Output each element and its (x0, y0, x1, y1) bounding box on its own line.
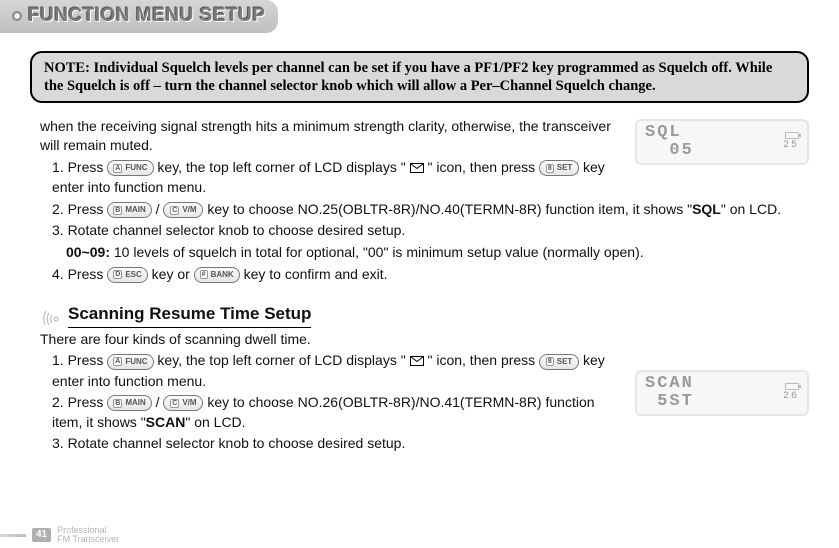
section1-step1: 1. Press A FUNC key, the top left corner… (40, 158, 623, 198)
section2-step1: 1. Press A FUNC key, the top left corner… (40, 351, 623, 391)
signal-icon (40, 305, 62, 325)
note-box: NOTE: Individual Squelch levels per chan… (30, 51, 809, 103)
section2-step3: 3. Rotate channel selector knob to choos… (40, 434, 623, 454)
section2-intro: There are four kinds of scanning dwell t… (40, 330, 623, 350)
key-hash-bank: # BANK (194, 267, 240, 283)
battery-icon (785, 132, 799, 139)
section1-step2: 2. Press B MAIN / C V/M key to choose NO… (40, 200, 809, 220)
section2-title: Scanning Resume Time Setup (68, 302, 311, 328)
key-c-vm: C V/M (163, 395, 203, 411)
page-title: FUNCTION MENU SETUP (12, 3, 266, 30)
section1-step3: 3. Rotate channel selector knob to choos… (40, 221, 809, 241)
key-8-set: 8 SET (539, 160, 579, 176)
envelope-icon (410, 159, 424, 179)
battery-icon (785, 383, 799, 390)
lcd-sql: SQL 05 25 (635, 119, 809, 165)
lcd-sql-num: 25 (783, 140, 799, 151)
section1-step4: 4. Press D ESC key or # BANK key to conf… (40, 265, 809, 285)
note-text: Individual Squelch levels per channel ca… (44, 60, 772, 94)
lcd-scan-main: SCAN 5ST (645, 375, 694, 411)
envelope-icon (410, 352, 424, 372)
footer-product: Professional FM Transceiver (57, 526, 119, 544)
key-d-esc: D ESC (107, 267, 148, 283)
key-8-set: 8 SET (539, 354, 579, 370)
lcd-scan-num: 26 (783, 391, 799, 402)
section2-text: There are four kinds of scanning dwell t… (40, 330, 623, 456)
section1-text: when the receiving signal strength hits … (40, 117, 623, 200)
section2-heading: Scanning Resume Time Setup (40, 302, 809, 328)
key-c-vm: C V/M (163, 202, 203, 218)
key-b-main: B MAIN (107, 395, 152, 411)
lcd-sql-main: SQL 05 (645, 124, 694, 160)
page-number: 41 (32, 528, 51, 542)
page-header: FUNCTION MENU SETUP (0, 0, 278, 33)
footer-bar (0, 534, 26, 537)
key-a-func: A FUNC (107, 160, 153, 176)
section1-step3-detail: 00~09: 10 levels of squelch in total for… (40, 243, 809, 263)
note-prefix: NOTE: (44, 60, 90, 76)
key-a-func: A FUNC (107, 354, 153, 370)
key-b-main: B MAIN (107, 202, 152, 218)
section1-intro: when the receiving signal strength hits … (40, 117, 623, 156)
page-footer: 41 Professional FM Transceiver (0, 526, 839, 544)
lcd-scan: SCAN 5ST 26 (635, 370, 809, 416)
section2-step2: 2. Press B MAIN / C V/M key to choose NO… (40, 393, 623, 432)
